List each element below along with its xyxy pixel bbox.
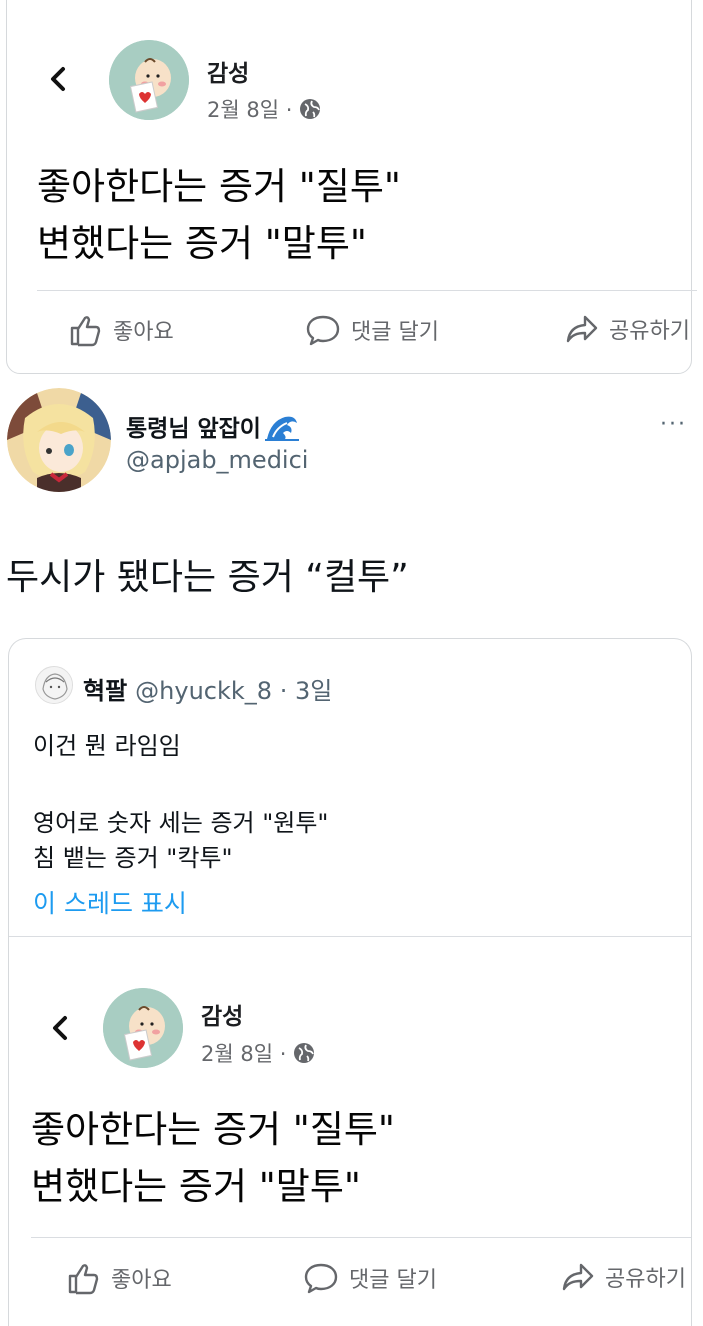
thumbs-up-icon	[68, 1264, 99, 1295]
share-button[interactable]: 공유하기	[565, 313, 690, 345]
share-icon	[566, 315, 598, 343]
quoted-handle-time[interactable]: @hyuckk_8 · 3일	[135, 671, 332, 706]
author-name[interactable]: 감성	[207, 54, 249, 88]
author-name: 감성	[201, 1004, 244, 1030]
share-label: 공유하기	[605, 1267, 686, 1292]
tweet-text: 두시가 됐다는 증거 “컬투”	[6, 557, 409, 598]
sketch-avatar-image	[36, 667, 72, 703]
post-body-line: 변했다는 증거 "말투"	[31, 1165, 361, 1208]
tweet-handle[interactable]: @apjab_medici	[126, 446, 308, 474]
comment-button[interactable]: 댓글 달기	[305, 313, 439, 347]
share-label: 공유하기	[609, 319, 690, 344]
globe-icon	[300, 99, 321, 119]
tweet-display-name[interactable]: 통령님 앞잡이	[126, 409, 299, 443]
post-body: 좋아한다는 증거 "질투" 변했다는 증거 "말투"	[31, 1101, 395, 1215]
quoted-text-line: 영어로 숫자 세는 증거 "원투"	[33, 809, 329, 837]
quoted-header: 혁팔 @hyuckk_8 · 3일	[83, 671, 332, 706]
quoted-display-name[interactable]: 혁팔	[83, 671, 127, 706]
comment-label: 댓글 달기	[351, 320, 439, 345]
like-label: 좋아요	[113, 320, 174, 345]
globe-icon	[294, 1043, 315, 1063]
author-avatar[interactable]	[109, 40, 189, 120]
comment-button: 댓글 달기	[303, 1261, 437, 1295]
share-icon	[562, 1263, 594, 1291]
like-button: 좋아요	[67, 1261, 172, 1295]
quoted-author-avatar[interactable]	[35, 666, 73, 704]
comment-label: 댓글 달기	[349, 1268, 437, 1293]
post-meta: 2월 8일 ·	[201, 1038, 315, 1068]
tweet-display-name-text: 통령님 앞잡이	[126, 416, 261, 442]
quoted-text-line: 이건 뭔 라임임	[33, 732, 181, 760]
post-body-line: 변했다는 증거 "말투"	[37, 222, 367, 265]
thumbs-up-icon	[70, 316, 101, 347]
share-button: 공유하기	[561, 1261, 686, 1293]
back-arrow-icon	[53, 1016, 67, 1040]
action-divider	[37, 290, 697, 291]
charlie-brown-avatar-image	[103, 988, 183, 1068]
action-divider	[31, 1237, 691, 1238]
post-body-line: 좋아한다는 증거 "질투"	[37, 165, 401, 208]
quoted-embedded-image[interactable]: 감성 2월 8일 · 좋아한다는 증거 "질투" 변했다는 증거 "말투" 좋아…	[9, 937, 691, 1325]
facebook-post-card: 감성 2월 8일 · 좋아한다는 증거 "질투" 변했다는 증거 "말투" 좋아…	[6, 0, 697, 374]
post-date: 2월 8일 ·	[201, 1042, 287, 1066]
comment-icon	[304, 1263, 338, 1294]
like-button[interactable]: 좋아요	[69, 313, 174, 347]
post-body: 좋아한다는 증거 "질투" 변했다는 증거 "말투"	[37, 158, 401, 272]
author-avatar	[103, 988, 183, 1068]
quoted-tweet-card[interactable]: 혁팔 @hyuckk_8 · 3일 이건 뭔 라임임 영어로 숫자 세는 증거 …	[8, 638, 692, 1326]
show-thread-link[interactable]: 이 스레드 표시	[33, 884, 187, 920]
post-date[interactable]: 2월 8일 ·	[207, 94, 292, 124]
tweet-author-avatar[interactable]	[7, 388, 111, 492]
quoted-text-line: 침 뱉는 증거 "칵투"	[33, 844, 233, 872]
more-icon[interactable]: ···	[660, 412, 687, 437]
post-body-line: 좋아한다는 증거 "질투"	[31, 1108, 395, 1151]
post-meta: 2월 8일 ·	[207, 94, 321, 124]
like-label: 좋아요	[111, 1268, 172, 1293]
wave-emoji-icon	[264, 416, 299, 441]
comment-icon	[306, 315, 340, 346]
charlie-brown-avatar-image	[109, 40, 189, 120]
anime-avatar-image	[7, 388, 111, 492]
back-arrow-icon[interactable]	[45, 65, 73, 93]
